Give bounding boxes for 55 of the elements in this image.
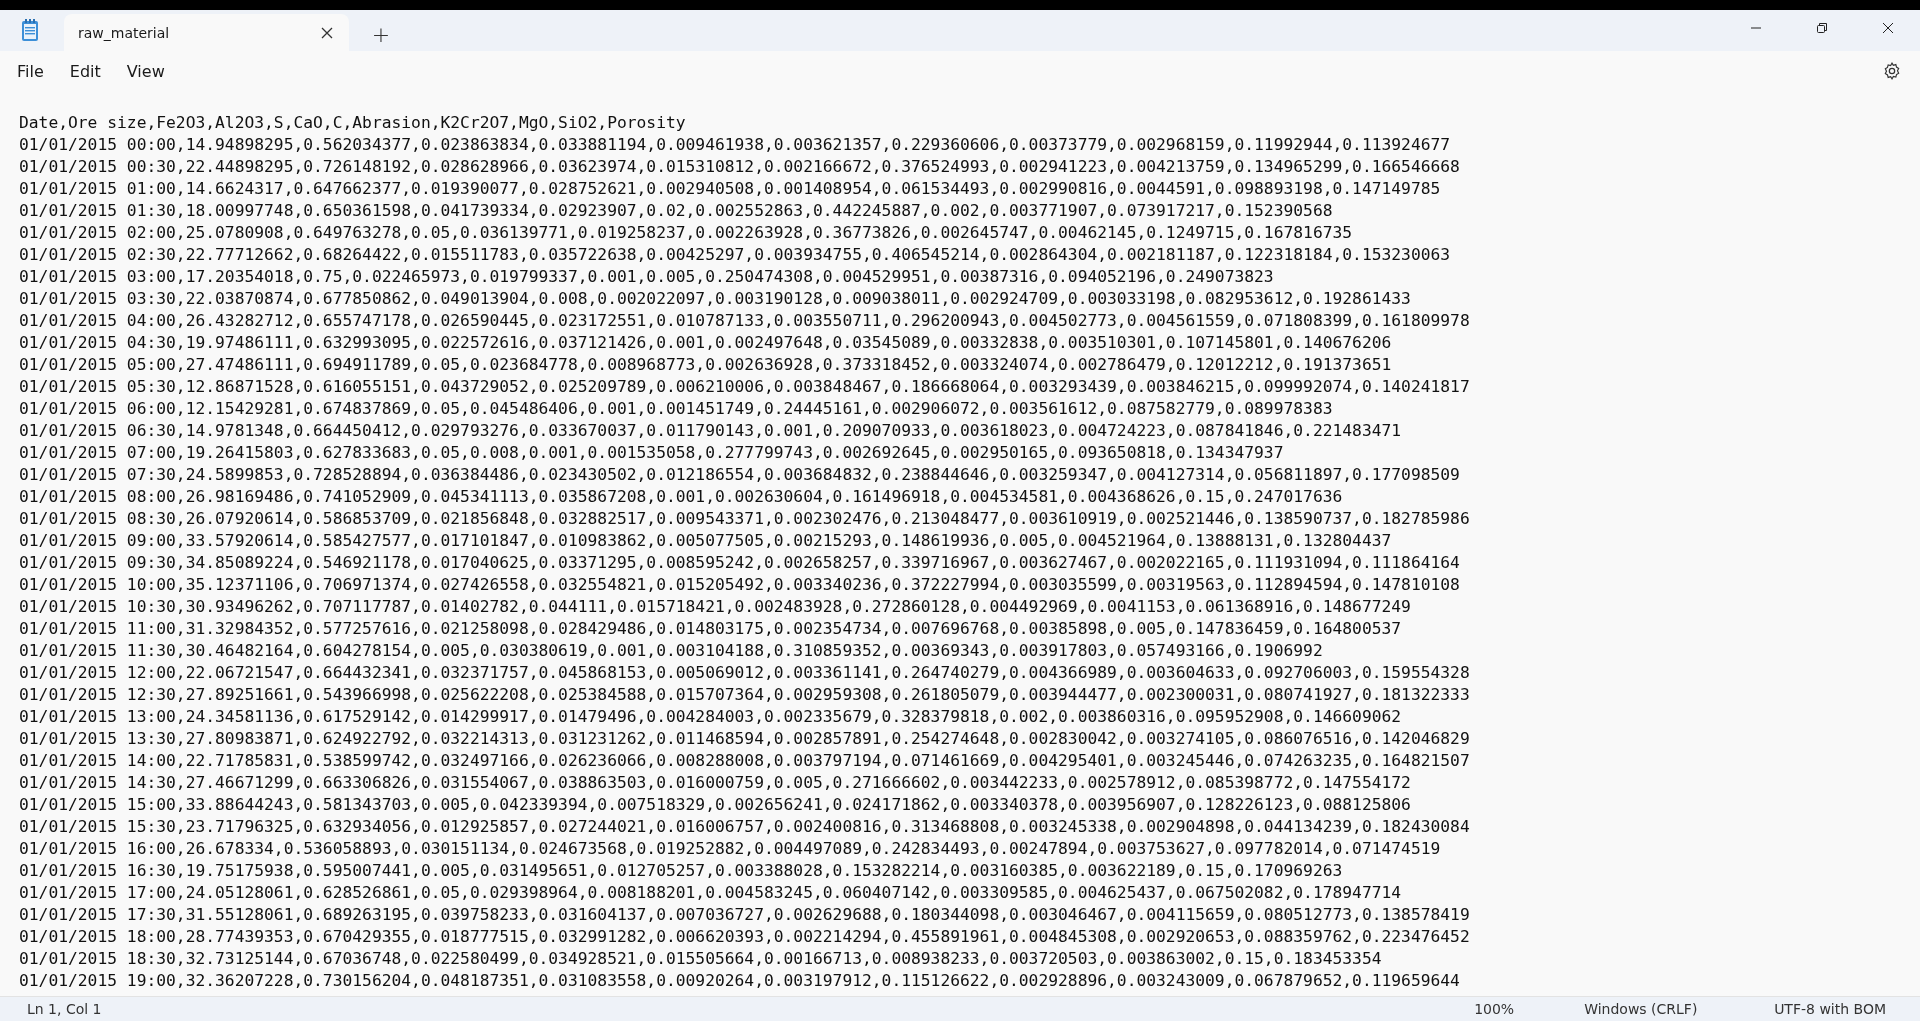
text-line: 01/01/2015 11:00,31.32984352,0.577257616,0.021258098,0.028429486,0.014803175,0.002354734,0.007696768,0.00385898,0.005,0.147836459,0.164800537 [19, 618, 1403, 640]
new-tab-button[interactable]: + [359, 17, 403, 51]
text-line: 01/01/2015 05:00,27.47486111,0.694911789,0.05,0.023684778,0.008968773,0.002636928,0.373318452,0.003324074,0.002786479,0.12012212,0.191373651 [19, 354, 1393, 376]
text-line: 01/01/2015 06:30,14.9781348,0.664450412,0.029793276,0.033670037,0.011790143,0.001,0.209070933,0.003618023,0.004724223,0.087841846,0.221483471 [19, 420, 1403, 442]
restore-icon[interactable] [1816, 22, 1828, 34]
text-line: 01/01/2015 03:00,17.20354018,0.75,0.022465973,0.019799337,0.001,0.005,0.250474308,0.004529951,0.00387316,0.094052196,0.249073823 [19, 266, 1275, 288]
text-line: 01/01/2015 09:00,33.57920614,0.585427577,0.017101847,0.010983862,0.005077505,0.00215293,0.148619936,0.005,0.004521964,0.13888131,0.132804437 [19, 530, 1393, 552]
text-line: 01/01/2015 03:30,22.03870874,0.677850862,0.049013904,0.008,0.002022097,0.003190128,0.009038011,0.002924709,0.003033198,0.082953612,0.192861433 [19, 288, 1412, 310]
text-line: 01/01/2015 17:30,31.55128061,0.689263195,0.039758233,0.031604137,0.007036727,0.002629688,0.180344098,0.003046467,0.004115659,0.080512773,0.138578419 [19, 904, 1471, 926]
tab-title: raw_material [78, 24, 171, 41]
notepad-icon [20, 18, 40, 42]
text-line: 01/01/2015 05:30,12.86871528,0.616055151,0.043729052,0.025209789,0.006210006,0.003848467,0.186668064,0.003293439,0.003846215,0.099992074,0.140241817 [19, 376, 1471, 398]
text-line: 01/01/2015 16:30,19.75175938,0.595007441,0.005,0.031495651,0.012705257,0.003388028,0.153282214,0.003160385,0.003622189,0.15,0.170969263 [19, 860, 1344, 882]
text-line: 01/01/2015 19:00,32.36207228,0.730156204,0.048187351,0.031083558,0.00920264,0.003197912,0.115126622,0.002928896,0.003243009,0.067879652,0.119659644 [19, 970, 1461, 992]
close-icon[interactable] [1882, 22, 1894, 34]
text-line: 01/01/2015 12:00,22.06721547,0.664432341,0.032371757,0.045868153,0.005069012,0.003361141,0.264740279,0.004366989,0.003604633,0.092706003,0.159554328 [19, 662, 1471, 684]
text-line: 01/01/2015 15:30,23.71796325,0.632934056,0.012925857,0.027244021,0.016006757,0.002400816,0.313468808,0.003245338,0.002904898,0.044134239,0.182430084 [19, 816, 1471, 838]
close-icon[interactable] [321, 26, 333, 39]
text-line: 01/01/2015 02:30,22.77712662,0.68264422,0.015511783,0.035722638,0.00425297,0.003934755,0.406545214,0.002864304,0.002181187,0.122318184,0.153230063 [19, 244, 1452, 266]
text-line: 01/01/2015 04:30,19.97486111,0.632993095,0.022572616,0.037121426,0.001,0.002497648,0.03545089,0.00332838,0.003510301,0.107145801,0.140676206 [19, 332, 1393, 354]
text-line: 01/01/2015 14:00,22.71785831,0.538599742,0.032497166,0.026236066,0.008288008,0.003797194,0.071461669,0.004295401,0.003245446,0.074263235,0.164821507 [19, 750, 1471, 772]
text-line: 01/01/2015 13:00,24.34581136,0.617529142,0.014299917,0.01479496,0.004284003,0.002335679,0.328379818,0.002,0.003860316,0.095952908,0.146609062 [19, 706, 1403, 728]
text-line: 01/01/2015 10:30,30.93496262,0.707117787,0.01402782,0.044111,0.015718421,0.002483928,0.272860128,0.004492969,0.0041153,0.061368916,0.148677249 [19, 596, 1412, 618]
settings-icon[interactable] [1882, 61, 1902, 81]
text-line: 01/01/2015 07:00,19.26415803,0.627833683,0.05,0.008,0.001,0.001535058,0.277799743,0.002692645,0.002950165,0.093650818,0.134347937 [19, 442, 1285, 464]
text-line: 01/01/2015 01:30,18.00997748,0.650361598,0.041739334,0.02923907,0.02,0.002552863,0.442245887,0.002,0.003771907,0.073917217,0.152390568 [19, 200, 1334, 222]
text-line: 01/01/2015 09:30,34.85089224,0.546921178,0.017040625,0.03371295,0.008595242,0.002658257,0.339716967,0.003627467,0.002022165,0.111931094,0.111864164 [19, 552, 1461, 574]
text-line: 01/01/2015 08:30,26.07920614,0.586853709,0.021856848,0.032882517,0.009543371,0.002302476,0.213048477,0.003610919,0.002521446,0.138590737,0.182785986 [19, 508, 1471, 530]
text-line: 01/01/2015 13:30,27.80983871,0.624922792,0.032214313,0.031231262,0.011468594,0.002857891,0.254274648,0.002830042,0.003274105,0.086076516,0.142046829 [19, 728, 1471, 750]
text-line: 01/01/2015 16:00,26.678334,0.536058893,0.030151134,0.024673568,0.019252882,0.004497089,0.242834493,0.00247894,0.003753627,0.097782014,0.071474519 [19, 838, 1442, 860]
text-line: 01/01/2015 18:00,28.77439353,0.670429355,0.018777515,0.032991282,0.006620393,0.002214294,0.455891961,0.004845308,0.002920653,0.088359762,0.223476452 [19, 926, 1471, 948]
text-line: 01/01/2015 12:30,27.89251661,0.543966998,0.025622208,0.025384588,0.015707364,0.002959308,0.261805079,0.003944477,0.002300031,0.080741927,0.181322333 [19, 684, 1471, 706]
text-line: 01/01/2015 11:30,30.46482164,0.604278154,0.005,0.030380619,0.001,0.003104188,0.310859352,0.00369343,0.003917803,0.057493166,0.1906992 [19, 640, 1324, 662]
text-line: 01/01/2015 00:00,14.94898295,0.562034377,0.023863834,0.033881194,0.009461938,0.003621357,0.229360606,0.00373779,0.002968159,0.11992944,0.113924677 [19, 134, 1452, 156]
text-line: 01/01/2015 08:00,26.98169486,0.741052909,0.045341113,0.035867208,0.001,0.002630604,0.161496918,0.004534581,0.004368626,0.15,0.247017636 [19, 486, 1344, 508]
text-line: 01/01/2015 06:00,12.15429281,0.674837869,0.05,0.045486406,0.001,0.001451749,0.24445161,0.002906072,0.003561612,0.087582779,0.089978383 [19, 398, 1334, 420]
file-tab[interactable]: raw_material [64, 14, 349, 51]
text-line: 01/01/2015 18:30,32.73125144,0.67036748,0.022580499,0.034928521,0.015505664,0.00166713,0.008938233,0.003720503,0.003863002,0.15,0.183453354 [19, 948, 1383, 970]
text-line: 01/01/2015 02:00,25.0780908,0.649763278,0.05,0.036139771,0.019258237,0.002263928,0.36773826,0.002645747,0.00462145,0.1249715,0.167816735 [19, 222, 1354, 244]
text-line: 01/01/2015 15:00,33.88644243,0.581343703,0.005,0.042339394,0.007518329,0.002656241,0.024171862,0.003340378,0.003956907,0.128226123,0.088125806 [19, 794, 1412, 816]
text-line: 01/01/2015 04:00,26.43282712,0.655747178,0.026590445,0.023172551,0.010787133,0.003550711,0.296200943,0.004502773,0.004561559,0.071808399,0.161809978 [19, 310, 1471, 332]
menu-item[interactable]: View [115, 55, 176, 87]
text-line: 01/01/2015 10:00,35.12371106,0.706971374,0.027426558,0.032554821,0.015205492,0.003340236,0.372227994,0.003035599,0.00319563,0.112894594,0.147810108 [19, 574, 1461, 596]
menu-item[interactable]: File [6, 55, 55, 87]
menu-item[interactable]: Edit [58, 55, 112, 87]
text-line: 01/01/2015 14:30,27.46671299,0.663306826,0.031554067,0.038863503,0.016000759,0.005,0.271666602,0.003442233,0.002578912,0.085398772,0.147554172 [19, 772, 1412, 794]
text-line: 01/01/2015 01:00,14.6624317,0.647662377,0.019390077,0.028752621,0.002940508,0.001408954,0.061534493,0.002990816,0.0044591,0.098893198,0.147149785 [19, 178, 1442, 200]
text-line: Date,Ore size,Fe2O3,Al2O3,S,CaO,C,Abrasion,K2Cr2O7,MgO,SiO2,Porosity [19, 112, 687, 134]
text-line: 01/01/2015 17:00,24.05128061,0.628526861,0.05,0.029398964,0.008188201,0.004583245,0.060407142,0.003309585,0.004625437,0.067502082,0.178947714 [19, 882, 1403, 904]
encoding: UTF-8 with BOM [1774, 1001, 1886, 1017]
text-line: 01/01/2015 00:30,22.44898295,0.726148192,0.028628966,0.03623974,0.015310812,0.002166672,0.376524993,0.002941223,0.004213759,0.134965299,0.166546668 [19, 156, 1461, 178]
zoom-level: 100% [1474, 1001, 1516, 1017]
line-ending: Windows (CRLF) [1584, 1001, 1699, 1017]
text-line: 01/01/2015 07:30,24.5899853,0.728528894,0.036384486,0.023430502,0.012186554,0.003684832,0.238844646,0.003259347,0.004127314,0.056811897,0.177098509 [19, 464, 1461, 486]
cursor-position: Ln 1, Col 1 [27, 1001, 102, 1017]
